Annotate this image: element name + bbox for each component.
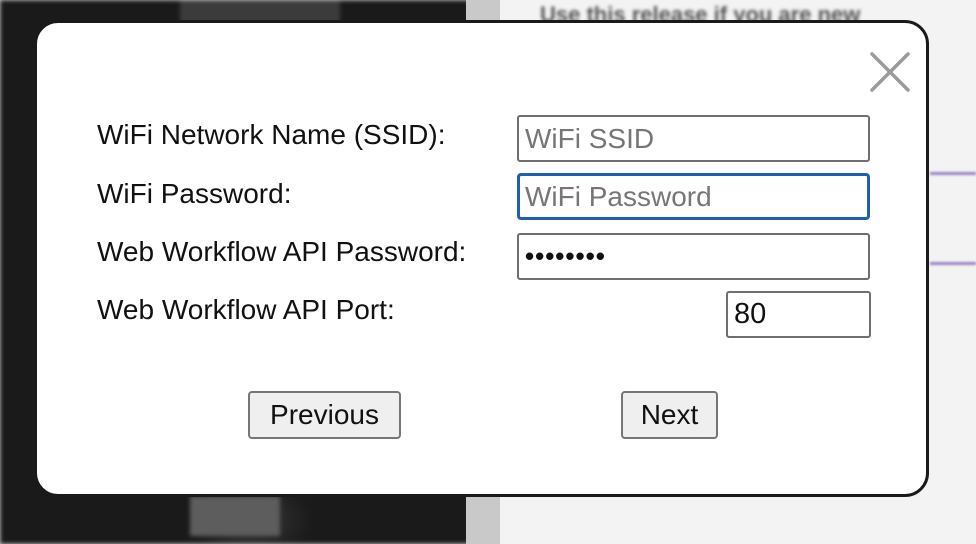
next-button[interactable]: Next bbox=[621, 391, 718, 439]
close-icon bbox=[870, 52, 910, 92]
api-port-label: Web Workflow API Port: bbox=[97, 294, 395, 325]
background-rule bbox=[930, 262, 976, 265]
background-connector bbox=[190, 496, 280, 536]
background-rule bbox=[930, 172, 976, 175]
api-port-input[interactable] bbox=[726, 291, 871, 338]
previous-button[interactable]: Previous bbox=[248, 391, 401, 439]
api-password-input[interactable] bbox=[517, 233, 870, 280]
ssid-input[interactable] bbox=[517, 115, 870, 162]
wifi-settings-dialog: WiFi Network Name (SSID): WiFi Password:… bbox=[34, 20, 929, 497]
api-password-label: Web Workflow API Password: bbox=[97, 236, 467, 267]
close-button[interactable] bbox=[869, 51, 911, 93]
ssid-label: WiFi Network Name (SSID): bbox=[97, 119, 446, 150]
wifi-password-label: WiFi Password: bbox=[97, 178, 292, 209]
wifi-password-input[interactable] bbox=[517, 173, 870, 220]
